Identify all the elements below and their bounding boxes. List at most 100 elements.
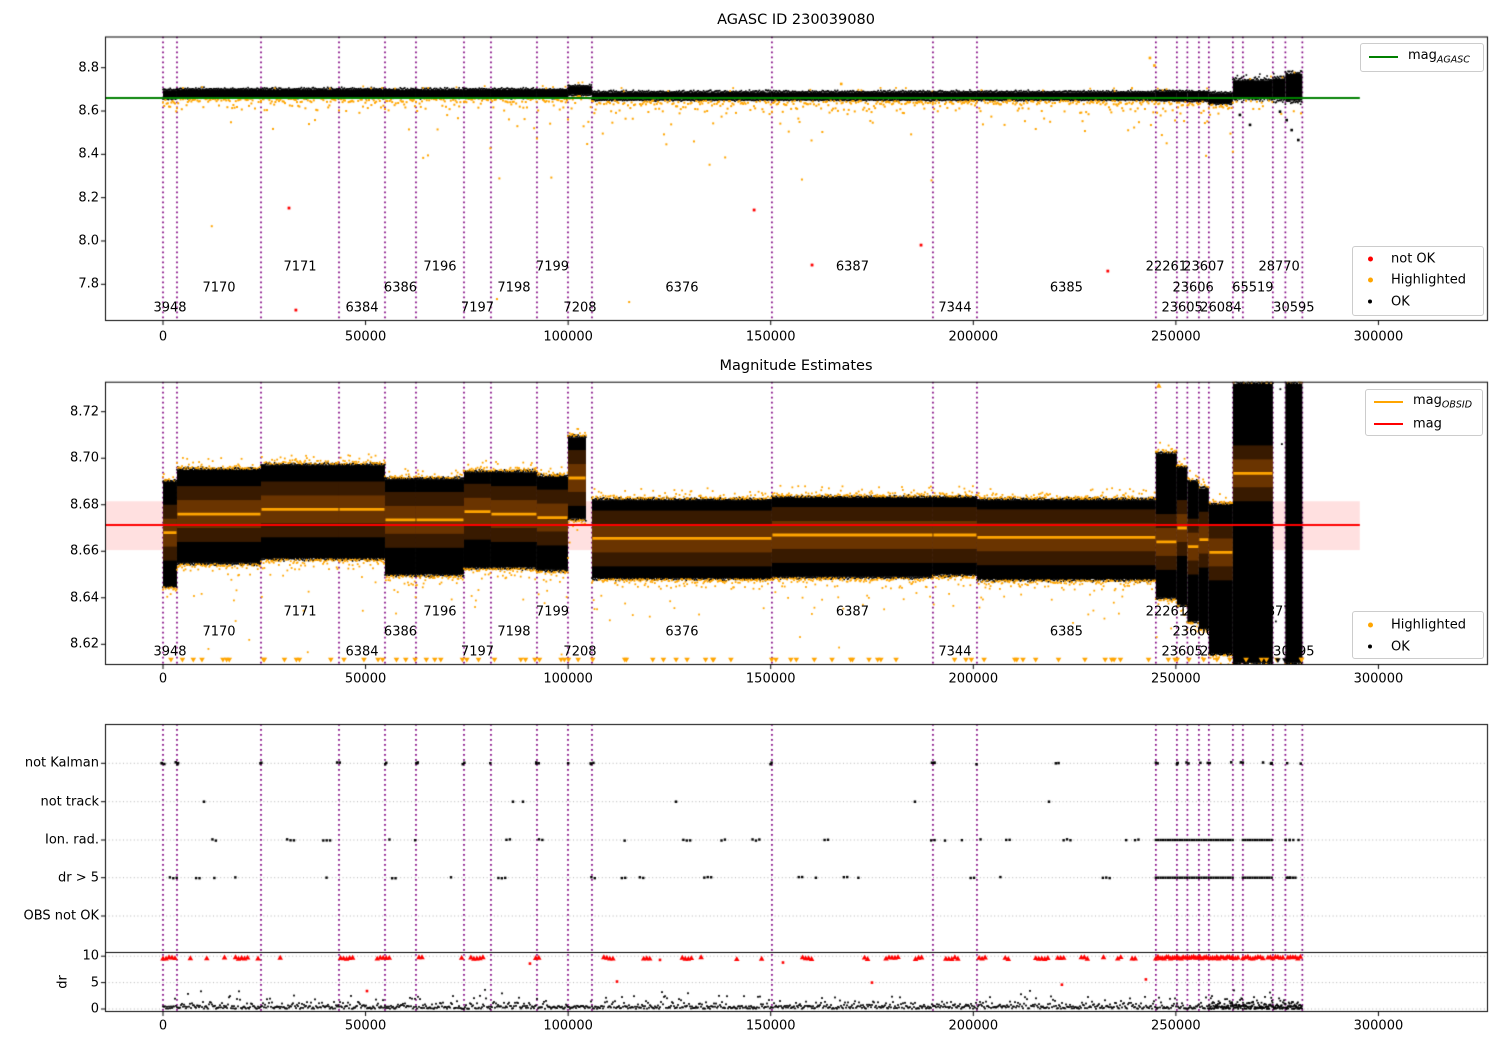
obsid-label-7170: 7170 [202, 624, 236, 640]
y-tick-label: 8.2 [78, 190, 99, 206]
x-tick-label: 100000 [543, 329, 593, 345]
x-tick-label: 0 [158, 1018, 168, 1034]
obsid-label-23607: 23607 [1183, 604, 1225, 620]
legend-highlighted-label: Highlighted [1391, 272, 1466, 288]
obsid-label-7198: 7198 [497, 280, 531, 295]
obsid-label-6384: 6384 [345, 300, 379, 315]
obsid-label-26084: 26084 [1200, 644, 1242, 660]
obsid-label-23607: 23607 [1183, 259, 1225, 275]
dr-tick-label: 10 [82, 948, 99, 964]
legend-mid-line-1-text: mag [1413, 416, 1442, 431]
flag-category-label: not Kalman [24, 755, 99, 771]
obsid-label-22261: 22261 [1145, 604, 1188, 620]
obsid-label-65519: 65519 [1232, 280, 1274, 295]
obsid-label-7344: 7344 [938, 300, 972, 315]
legend-mid-line-1-label: mag [1413, 417, 1442, 430]
legend-mid-line-0-label: magOBSID [1413, 394, 1472, 410]
legend-mid-line-0-subscript: OBSID [1441, 399, 1473, 411]
obsid-label-6376: 6376 [665, 624, 699, 640]
y-tick-label: 8.68 [70, 497, 99, 513]
x-tick-label: 150000 [745, 671, 796, 687]
legend-ok-label: OK [1391, 294, 1410, 309]
legend-mag-agasc-subscript: AGASC [1436, 54, 1470, 66]
obsid-label-7199: 7199 [535, 259, 570, 275]
obsid-label-65519: 65519 [1232, 624, 1274, 640]
obsid-label-7196: 7196 [423, 259, 457, 275]
x-tick-label: 300000 [1353, 671, 1404, 687]
legend-not-ok-label: not OK [1391, 251, 1436, 266]
x-tick-label: 100000 [543, 1018, 593, 1034]
legend-mid-highlighted-dot-sample [1368, 622, 1373, 628]
legend-highlighted-dot-sample [1368, 277, 1373, 283]
legend-mid-line-0-line-sample [1374, 401, 1403, 403]
x-tick-label: 50000 [344, 1018, 387, 1034]
x-tick-label: 0 [158, 671, 168, 687]
legend-mag-agasc-line-sample [1369, 56, 1398, 58]
flag-category-label: not track [40, 794, 99, 810]
legend-mid-highlighted-label: Highlighted [1391, 617, 1466, 633]
y-tick-label: 8.64 [70, 590, 99, 606]
legend-mag-agasc-text: mag [1408, 47, 1437, 63]
x-tick-label: 250000 [1151, 671, 1201, 687]
obsid-label-6384: 6384 [345, 644, 379, 660]
flag-category-label: dr > 5 [57, 870, 99, 886]
x-tick-label: 0 [158, 329, 168, 345]
dr-tick-label: 0 [90, 1001, 99, 1017]
obsid-label-28770: 28770 [1258, 259, 1300, 275]
y-tick-label: 8.6 [78, 103, 99, 119]
legend-mid-line-0-text: mag [1413, 392, 1442, 408]
obsid-label-7198: 7198 [497, 624, 531, 640]
top-plot-title: AGASC ID 230039080 [717, 11, 875, 28]
obsid-label-6386: 6386 [383, 280, 418, 295]
obsid-label-6385: 6385 [1049, 624, 1083, 640]
y-tick-label: 8.62 [70, 636, 99, 652]
flag-category-label: OBS not OK [23, 908, 100, 924]
y-tick-label: 8.0 [78, 233, 99, 249]
x-tick-label: 300000 [1353, 329, 1404, 345]
obsid-label-6376: 6376 [665, 280, 699, 295]
legend-mid-markers: Highlighted OK [1352, 611, 1484, 659]
x-tick-label: 250000 [1151, 329, 1201, 345]
x-tick-label: 200000 [948, 1018, 999, 1034]
obsid-label-7197: 7197 [460, 644, 495, 660]
obsid-label-6386: 6386 [383, 624, 418, 640]
obsid-label-30595: 30595 [1273, 644, 1315, 660]
obsid-label-6387: 6387 [835, 259, 869, 275]
obsid-label-23606: 23606 [1172, 280, 1214, 295]
top-plot [105, 36, 1488, 321]
obsid-label-6385: 6385 [1049, 280, 1083, 295]
y-tick-label: 8.70 [70, 450, 99, 466]
x-tick-label: 200000 [948, 329, 999, 345]
obsid-label-7208: 7208 [563, 300, 597, 315]
middle-plot-title: Magnitude Estimates [719, 357, 873, 374]
obsid-label-7199: 7199 [535, 604, 570, 620]
obsid-label-28770: 28770 [1258, 604, 1300, 620]
legend-mid-line-1-line-sample [1374, 422, 1403, 425]
obsid-label-7197: 7197 [460, 300, 495, 315]
legend-mid-ok-label: OK [1391, 639, 1410, 654]
obsid-label-7171: 7171 [283, 604, 317, 620]
dr-tick-label: 5 [90, 975, 99, 991]
magnitude-estimates-plot [105, 381, 1488, 665]
x-tick-label: 50000 [344, 671, 387, 687]
obsid-label-6387: 6387 [835, 604, 869, 620]
y-tick-label: 7.8 [78, 276, 99, 292]
y-tick-label: 8.72 [70, 404, 99, 420]
x-tick-label: 150000 [745, 1018, 796, 1034]
obsid-label-7171: 7171 [283, 259, 317, 275]
y-tick-label: 8.8 [78, 60, 99, 76]
obsid-label-22261: 22261 [1145, 259, 1188, 275]
obsid-label-7196: 7196 [423, 604, 457, 620]
x-tick-label: 100000 [543, 671, 593, 687]
figure: AGASC ID 230039080 Magnitude Estimates 0… [0, 0, 1500, 1050]
legend-mag-agasc-label: magAGASC [1408, 49, 1470, 65]
obsid-label-26084: 26084 [1200, 300, 1242, 315]
x-tick-label: 250000 [1151, 1018, 1201, 1034]
legend-top-markers: not OK Highlighted OK [1352, 245, 1484, 316]
x-tick-label: 300000 [1353, 1018, 1404, 1034]
dr-axis-label: dr [55, 975, 71, 989]
obsid-label-7344: 7344 [938, 644, 972, 660]
flag-category-label: Ion. rad. [45, 832, 99, 848]
legend-mid-ok-dot-sample [1368, 644, 1372, 648]
legend-mag-agasc: magAGASC [1360, 42, 1484, 72]
